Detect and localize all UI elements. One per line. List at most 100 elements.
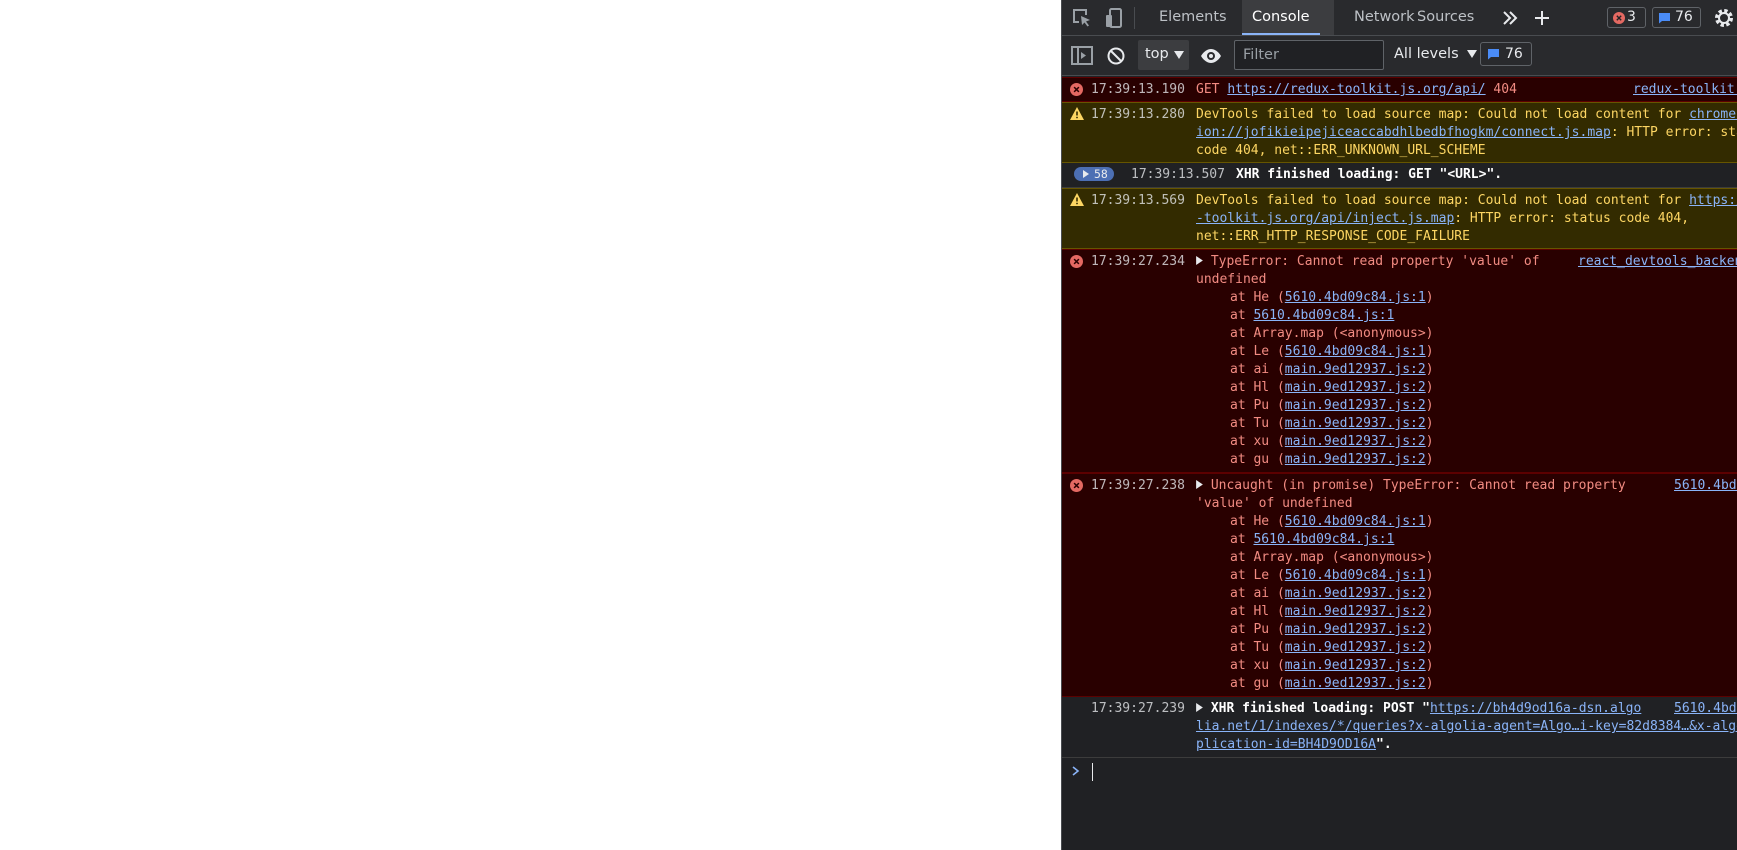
page-viewport <box>0 0 1061 850</box>
settings-gear-icon[interactable] <box>1712 6 1736 30</box>
stack-frame-file-link[interactable]: 5610.4bd09c84.js:1 <box>1285 344 1426 359</box>
stack-frame-function: Pu ( <box>1253 398 1285 413</box>
stack-frame-file-link[interactable]: 5610.4bd09c84.js:1 <box>1253 308 1394 323</box>
stack-frame-function: Hl ( <box>1253 380 1285 395</box>
message-icon <box>1659 13 1670 24</box>
stack-frame-file-link[interactable]: main.9ed12937.js:2 <box>1285 658 1426 673</box>
tab-sources[interactable]: Sources <box>1417 0 1474 35</box>
stack-frame-file-link[interactable]: main.9ed12937.js:2 <box>1285 398 1426 413</box>
stack-frame-file-link[interactable]: 5610.4bd09c84.js:1 <box>1285 514 1426 529</box>
live-expression-eye-icon[interactable] <box>1199 44 1223 68</box>
stack-frame-file-link[interactable]: main.9ed12937.js:2 <box>1285 586 1426 601</box>
stack-frame-file-link[interactable]: main.9ed12937.js:2 <box>1285 434 1426 449</box>
stack-frame: at xu (main.9ed12937.js:2) <box>1230 658 1434 673</box>
stack-frame-file-link[interactable]: main.9ed12937.js:2 <box>1285 640 1426 655</box>
source-map-link[interactable]: ion://jofikieipejiceaccabdhlbedbfhogkm/c… <box>1196 125 1611 140</box>
tab-network[interactable]: Network <box>1354 0 1415 35</box>
stack-frame-function: gu ( <box>1253 452 1285 467</box>
tab-console[interactable]: Console <box>1242 0 1320 35</box>
filter-input[interactable] <box>1234 40 1384 70</box>
repeat-count-badge[interactable]: 58 <box>1074 167 1114 181</box>
message-timestamp: 17:39:27.238 <box>1091 478 1185 493</box>
message-text-line-3: code 404, net::ERR_UNKNOWN_URL_SCHEME <box>1196 143 1486 158</box>
console-messages: 17:39:13.190 GET https://redux-toolkit.j… <box>1062 77 1737 786</box>
message-text: DevTools failed to load source map: Coul… <box>1196 193 1690 208</box>
show-sidebar-icon[interactable] <box>1070 44 1094 68</box>
stack-frame-file-link[interactable]: 5610.4bd09c84.js:1 <box>1285 290 1426 305</box>
request-url-link[interactable]: plication-id=BH4D9OD16A <box>1196 737 1376 752</box>
message-count: 76 <box>1675 9 1693 25</box>
devtools-panel: Elements Console Network Sources 3 76 to… <box>1061 0 1737 850</box>
stack-frame-function: Pu ( <box>1253 622 1285 637</box>
text-cursor <box>1092 763 1093 781</box>
context-selector[interactable]: top <box>1138 40 1189 70</box>
stack-frame-file-link[interactable]: main.9ed12937.js:2 <box>1285 362 1426 377</box>
message-timestamp: 17:39:13.280 <box>1091 107 1185 122</box>
stack-frame-function: Le ( <box>1253 568 1285 583</box>
stack-frame-file-link[interactable]: main.9ed12937.js:2 <box>1285 676 1426 691</box>
stack-frame-function: He ( <box>1253 290 1285 305</box>
stack-frame: at xu (main.9ed12937.js:2) <box>1230 434 1434 449</box>
stack-frame: at ai (main.9ed12937.js:2) <box>1230 586 1434 601</box>
error-count-badge[interactable]: 3 <box>1607 7 1646 28</box>
stack-frame-file-link[interactable]: 5610.4bd09c84.js:1 <box>1285 568 1426 583</box>
message-text-line-2: -toolkit.js.org/api/inject.js.map: HTTP … <box>1196 210 1689 228</box>
stack-frame-file-link[interactable]: main.9ed12937.js:2 <box>1285 604 1426 619</box>
device-toolbar-icon[interactable] <box>1102 6 1126 30</box>
issues-count: 76 <box>1505 46 1523 62</box>
error-count: 3 <box>1627 9 1636 25</box>
log-levels-dropdown[interactable]: All levels <box>1394 46 1478 62</box>
message-source-link[interactable]: 5610.4bd09c84.js:1 <box>1674 477 1737 495</box>
stack-frame: at Pu (main.9ed12937.js:2) <box>1230 622 1434 637</box>
devtools-tab-bar: Elements Console Network Sources 3 76 <box>1062 0 1737 36</box>
stack-frame-file-link[interactable]: main.9ed12937.js:2 <box>1285 622 1426 637</box>
message-icon <box>1488 49 1499 60</box>
message-source-link[interactable]: redux-toolkit.js.org/api/ <box>1633 81 1737 99</box>
error-icon <box>1070 479 1083 492</box>
more-tabs-icon[interactable] <box>1498 6 1522 30</box>
message-text-line-2: 'value' of undefined <box>1196 496 1353 511</box>
message-text-line-2: lia.net/1/indexes/*/queries?x-algolia-ag… <box>1196 718 1737 736</box>
message-count-badge[interactable]: 76 <box>1652 7 1701 28</box>
expand-triangle-icon[interactable] <box>1196 703 1203 712</box>
add-tab-icon[interactable] <box>1530 6 1554 30</box>
message-source-link[interactable]: react_devtools_backend.js <box>1578 253 1737 271</box>
stack-frame-file-link[interactable]: main.9ed12937.js:2 <box>1285 452 1426 467</box>
stack-frame: at gu (main.9ed12937.js:2) <box>1230 676 1434 691</box>
expand-triangle-icon[interactable] <box>1196 256 1203 265</box>
stack-frame-file-link[interactable]: main.9ed12937.js:2 <box>1285 416 1426 431</box>
stack-frame: at Le (5610.4bd09c84.js:1) <box>1230 568 1434 583</box>
chevron-down-icon <box>1467 50 1478 58</box>
clear-console-icon[interactable] <box>1104 44 1128 68</box>
request-url-link[interactable]: lia.net/1/indexes/*/queries?x-algolia-ag… <box>1196 719 1737 734</box>
console-prompt[interactable] <box>1062 758 1737 786</box>
stack-frame-function: Array.map ( <box>1253 550 1340 565</box>
message-source-link[interactable]: 5610.4bd09c84.js:1 <box>1674 700 1737 718</box>
context-selector-value: top <box>1145 46 1169 62</box>
expand-triangle-icon[interactable] <box>1196 480 1203 489</box>
message-text-line-1: DevTools failed to load source map: Coul… <box>1196 192 1737 210</box>
source-map-link[interactable]: -toolkit.js.org/api/inject.js.map <box>1196 211 1454 226</box>
source-map-link[interactable]: https://redux <box>1689 193 1737 208</box>
console-message-info: 17:39:27.239 XHR finished loading: POST … <box>1062 697 1737 758</box>
error-icon <box>1070 255 1083 268</box>
tab-elements[interactable]: Elements <box>1159 0 1227 35</box>
stack-trace: at He (5610.4bd09c84.js:1) at 5610.4bd09c… <box>1230 513 1434 693</box>
source-map-link[interactable]: chrome-extens <box>1689 107 1737 122</box>
stack-frame-function: ai ( <box>1253 362 1285 377</box>
issues-badge[interactable]: 76 <box>1480 42 1532 66</box>
error-text: Uncaught (in promise) TypeError: Cannot … <box>1210 478 1626 493</box>
warning-icon <box>1070 107 1084 120</box>
stack-frame: at ai (main.9ed12937.js:2) <box>1230 362 1434 377</box>
inspect-element-icon[interactable] <box>1070 6 1094 30</box>
status-code: 404 <box>1493 82 1517 97</box>
stack-frame-file-link[interactable]: 5610.4bd09c84.js:1 <box>1253 532 1394 547</box>
request-url-link[interactable]: https://bh4d9od16a-dsn.algo <box>1430 701 1641 716</box>
stack-frame-file-link[interactable]: main.9ed12937.js:2 <box>1285 380 1426 395</box>
stack-frame-function: He ( <box>1253 514 1285 529</box>
chevron-down-icon <box>1174 51 1184 59</box>
log-levels-label: All levels <box>1394 46 1459 62</box>
request-url-link[interactable]: https://redux-toolkit.js.org/api/ <box>1227 82 1485 97</box>
stack-trace: at He (5610.4bd09c84.js:1) at 5610.4bd09c… <box>1230 289 1434 469</box>
repeat-count: 58 <box>1094 167 1108 181</box>
